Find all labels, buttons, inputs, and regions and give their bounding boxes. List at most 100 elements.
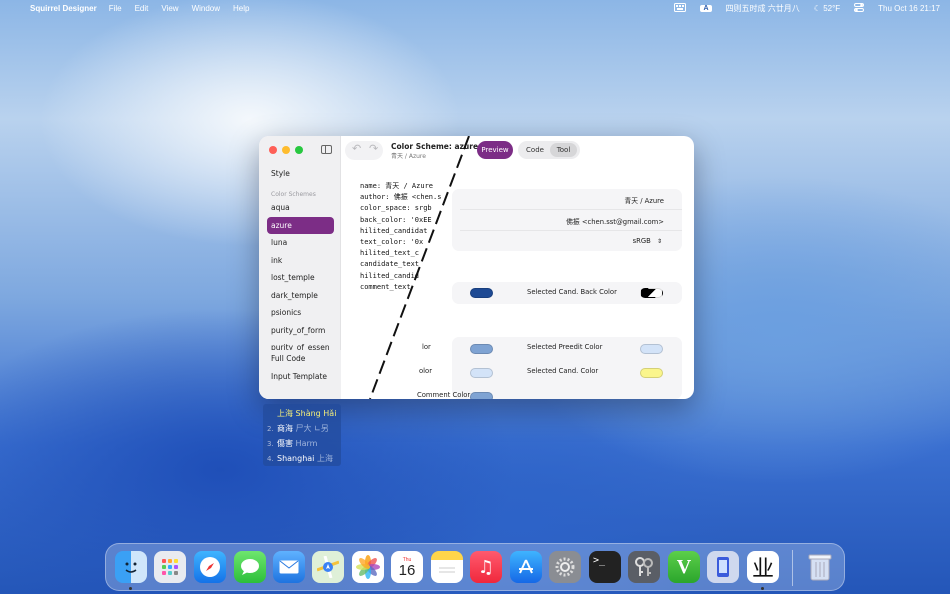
menu-window[interactable]: Window <box>192 4 220 13</box>
messages-icon[interactable] <box>234 551 266 583</box>
control-center-icon[interactable] <box>854 2 865 14</box>
dock-separator <box>792 550 793 586</box>
color-space-select[interactable]: sRGB ⇕ <box>633 237 662 245</box>
menu-bar: Squirrel Designer File Edit View Window … <box>0 0 950 16</box>
weather-temp: 52°F <box>823 3 841 13</box>
terminal-icon[interactable]: >_ <box>589 551 621 583</box>
system-settings-icon[interactable] <box>549 551 581 583</box>
scheme-author-value[interactable]: 佛振 <chen.sst@gmail.com> <box>566 216 664 226</box>
color-swatch-2[interactable] <box>470 368 493 378</box>
toolbar: ↶ ↷ Color Scheme: azure 青天 / Azure Previ… <box>342 136 694 166</box>
sidebar-bottom: Full Code Input Template <box>259 350 341 399</box>
close-window-button[interactable] <box>269 146 277 154</box>
mail-icon[interactable] <box>273 551 305 583</box>
undo-redo-group: ↶ ↷ <box>345 141 383 160</box>
window-title: Color Scheme: azure <box>391 142 479 151</box>
scheme-name-value[interactable]: 青天 / Azure <box>624 195 664 205</box>
color-swatch-1[interactable] <box>470 344 493 354</box>
notes-icon[interactable] <box>431 551 463 583</box>
selected-cand-color-swatch[interactable] <box>640 368 663 378</box>
code-line: comment_text <box>360 282 411 291</box>
code-line: candidate_text <box>360 260 420 269</box>
terminal-prompt: >_ <box>593 555 606 566</box>
sidebar-item-dark-temple[interactable]: dark_temple <box>267 287 334 305</box>
undo-icon[interactable]: ↶ <box>352 142 361 155</box>
squirrel-designer-dock-icon[interactable]: 业 <box>747 551 779 583</box>
sidebar-item-ink[interactable]: ink <box>267 252 334 270</box>
simulator-icon[interactable] <box>707 551 739 583</box>
selected-preedit-color-label: Selected Preedit Color <box>527 343 603 351</box>
redo-icon[interactable]: ↷ <box>369 142 378 155</box>
selected-cand-color-label: Selected Cand. Color <box>527 367 599 375</box>
code-line: text_color: '0x <box>360 238 424 247</box>
sidebar-item-full-code[interactable]: Full Code <box>259 350 341 368</box>
running-indicator <box>761 587 764 590</box>
code-view[interactable]: name: 青天 / Azure author: 佛振 <chen.s color_… <box>360 181 441 293</box>
comment-color-swatch[interactable] <box>470 392 493 399</box>
input-source-badge[interactable]: A <box>700 4 712 12</box>
lunar-date[interactable]: 四则五时成 六廿月八 <box>726 3 800 14</box>
finder-icon[interactable] <box>115 551 147 583</box>
candidate-item-1[interactable]: 上海 Shàng Hǎi <box>263 406 341 421</box>
preview-button[interactable]: Preview <box>477 141 513 159</box>
editor-content: name: 青天 / Azure author: 佛振 <chen.s color_… <box>342 166 694 399</box>
sidebar-item-luna[interactable]: luna <box>267 234 334 252</box>
maps-icon[interactable] <box>312 551 344 583</box>
sidebar-item-psionics[interactable]: psionics <box>267 304 334 322</box>
candidate-panel: 上海 Shàng Hǎi 2. 商海 尸大 ∟另 3. 傷害 Harm 4. Shan… <box>263 404 341 466</box>
code-line: hilited_candidat <box>360 226 428 235</box>
menu-app-name[interactable]: Squirrel Designer <box>30 4 97 13</box>
vim-icon[interactable]: V <box>668 551 700 583</box>
candidate-item-2[interactable]: 2. 商海 尸大 ∟另 <box>263 421 341 436</box>
code-line: hilited_text_c <box>360 249 420 258</box>
calendar-icon[interactable]: Thu 16 <box>391 551 423 583</box>
comment-color-label: Comment Color <box>417 391 471 399</box>
code-line: name: 青天 / Azure <box>360 182 434 190</box>
color-label-2: olor <box>419 367 432 375</box>
zoom-window-button[interactable] <box>295 146 303 154</box>
sidebar-item-style[interactable]: Style <box>271 169 290 178</box>
minimize-window-button[interactable] <box>282 146 290 154</box>
sidebar-item-purity-of-form[interactable]: purity_of_form <box>267 322 334 340</box>
candidate-item-3[interactable]: 3. 傷害 Harm <box>263 436 341 451</box>
menu-view[interactable]: View <box>161 4 178 13</box>
code-line: color_space: srgb <box>360 204 432 213</box>
tool-tab[interactable]: Tool <box>550 143 577 157</box>
squirrel-designer-window: Style Color Schemes aqua azure luna ink … <box>259 136 694 399</box>
code-line: author: 佛振 <chen.s <box>360 193 442 202</box>
weather-status[interactable]: ☾ 52°F <box>814 4 840 13</box>
view-mode-segment: Code Tool <box>518 141 580 159</box>
candidate-item-4[interactable]: 4. Shanghai 上海 <box>263 451 341 466</box>
keychain-icon[interactable] <box>628 551 660 583</box>
scheme-meta-panel: 青天 / Azure 佛振 <chen.sst@gmail.com> sRGB … <box>452 189 682 251</box>
back-color-swatch[interactable] <box>470 288 493 298</box>
squirrel-glyph: 业 <box>751 557 774 582</box>
running-indicator <box>129 587 132 590</box>
selected-cand-back-color-label: Selected Cand. Back Color <box>527 288 617 296</box>
selected-preedit-color-swatch[interactable] <box>640 344 663 354</box>
launchpad-icon[interactable] <box>154 551 186 583</box>
color-settings-panel: lor Selected Preedit Color olor Selected… <box>417 337 682 399</box>
music-icon[interactable]: ♫ <box>470 551 502 583</box>
selected-cand-back-color-swatch[interactable] <box>640 288 663 298</box>
menu-help[interactable]: Help <box>233 4 249 13</box>
menu-edit[interactable]: Edit <box>135 4 149 13</box>
trash-icon[interactable] <box>804 551 836 583</box>
sidebar-item-lost-temple[interactable]: lost_temple <box>267 269 334 287</box>
menu-file[interactable]: File <box>109 4 122 13</box>
sidebar-toggle-icon[interactable] <box>321 145 332 154</box>
moon-cloud-icon: ☾ <box>813 3 821 13</box>
menu-clock[interactable]: Thu Oct 16 21:17 <box>878 4 940 13</box>
color-scheme-list: aqua azure luna ink lost_temple dark_tem… <box>267 199 334 357</box>
calendar-day: 16 <box>398 561 416 579</box>
code-line: back_color: '0xEE <box>360 215 432 224</box>
photos-icon[interactable] <box>352 551 384 583</box>
code-tab[interactable]: Code <box>523 141 547 159</box>
sidebar-item-azure[interactable]: azure <box>267 216 334 234</box>
safari-icon[interactable] <box>194 551 226 583</box>
divider <box>460 209 682 210</box>
keyboard-icon[interactable] <box>674 2 687 14</box>
sidebar-item-input-template[interactable]: Input Template <box>259 368 341 386</box>
sidebar-item-aqua[interactable]: aqua <box>267 199 334 217</box>
app-store-icon[interactable] <box>510 551 542 583</box>
